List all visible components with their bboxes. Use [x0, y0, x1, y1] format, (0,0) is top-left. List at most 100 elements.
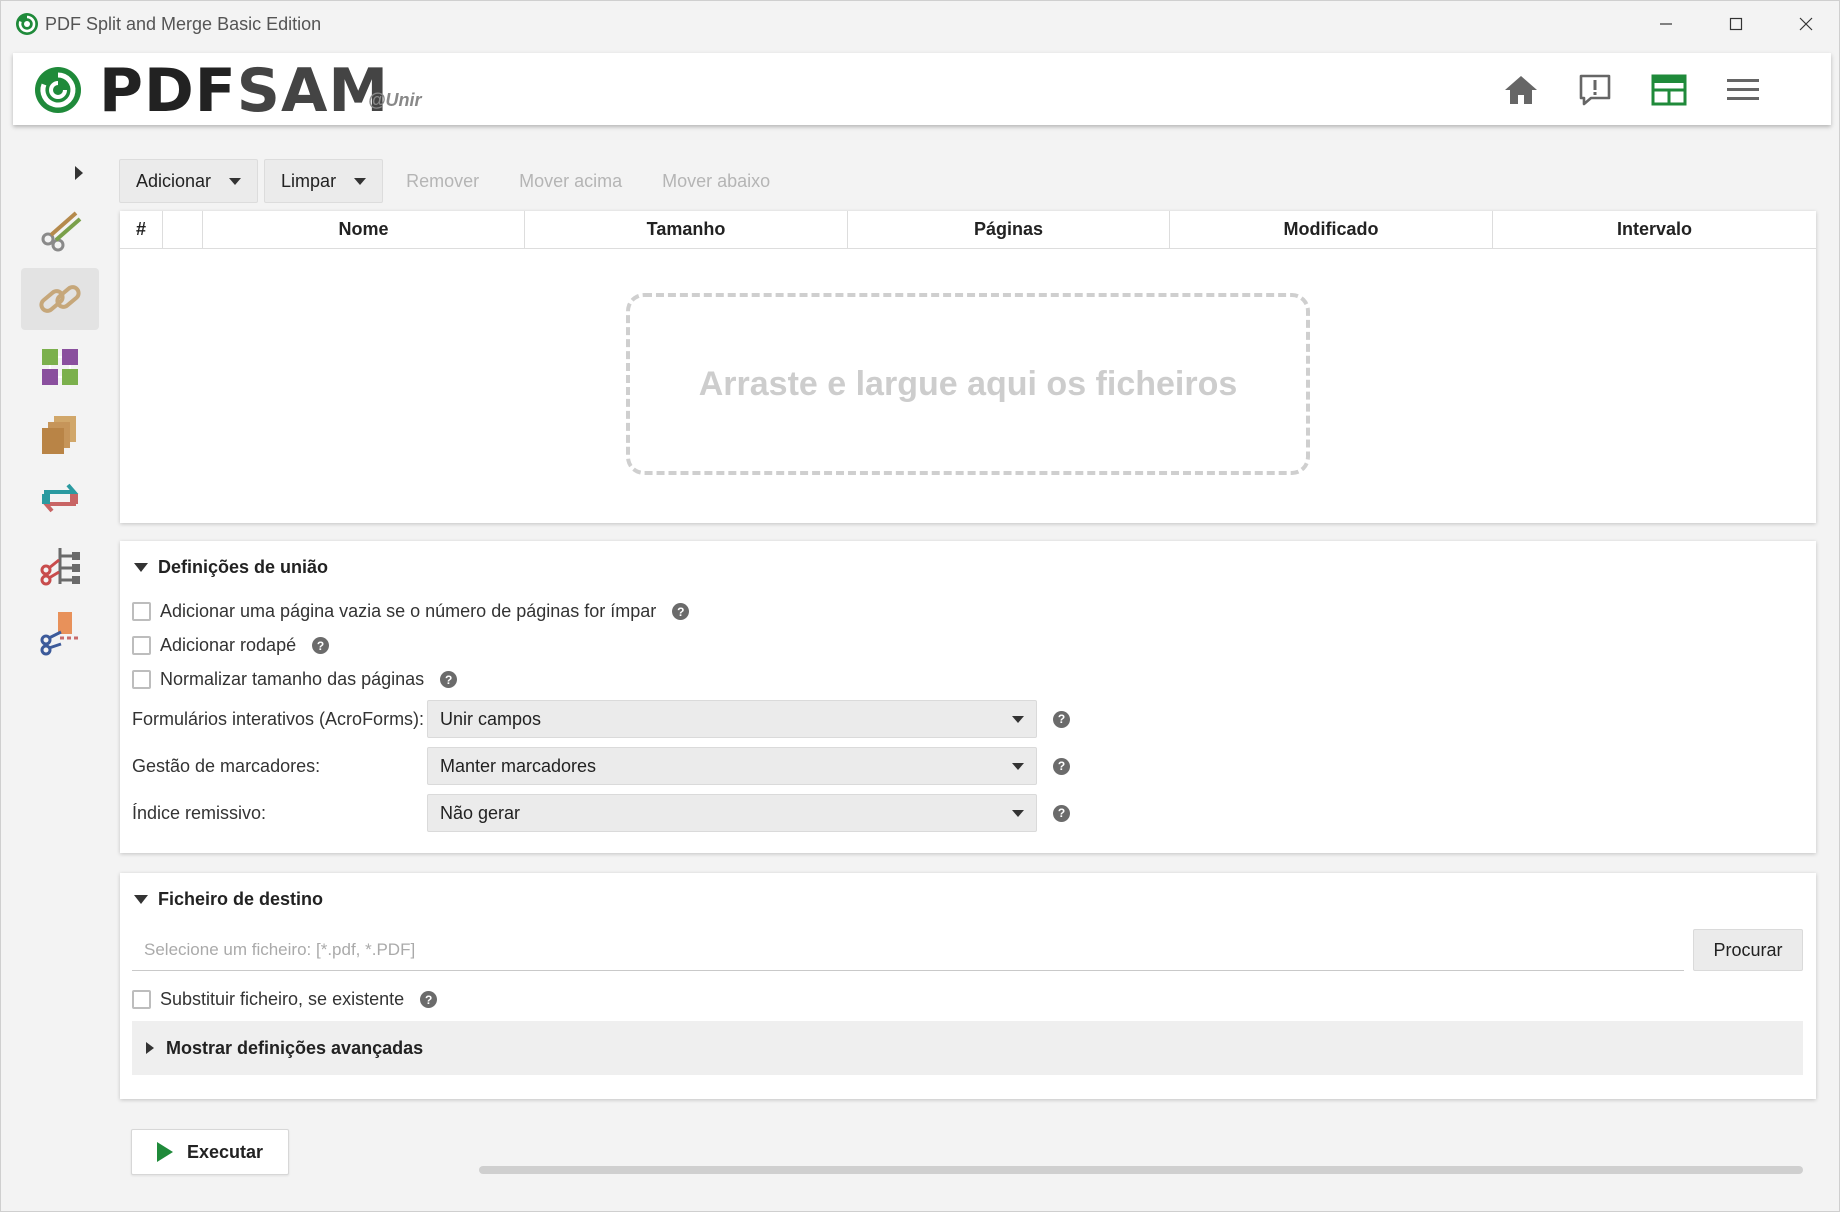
close-icon [1799, 17, 1813, 31]
overwrite-option: Substituir ficheiro, se existente ? [132, 989, 438, 1010]
acroforms-row: Formulários interativos (AcroForms): Uni… [132, 700, 1070, 738]
sidebar-item-extract[interactable] [21, 403, 99, 465]
normalize-option: Normalizar tamanho das páginas ? [132, 669, 458, 690]
merge-settings-title: Definições de união [158, 557, 329, 577]
overwrite-label[interactable]: Substituir ficheiro, se existente [160, 989, 404, 1010]
help-icon[interactable]: ? [440, 671, 458, 688]
sidebar-item-alternate-mix[interactable] [21, 336, 99, 398]
menu-icon [1727, 79, 1759, 100]
module-label: @Unir [368, 90, 422, 110]
maximize-icon [1729, 17, 1743, 31]
pdfsam-brand-logo-icon [35, 67, 81, 113]
app-header: PDFSAM @Unir [13, 53, 1831, 127]
footer-checkbox[interactable] [132, 636, 151, 655]
add-button-label: Adicionar [136, 170, 212, 191]
collapse-icon [134, 563, 148, 572]
dashboard-button[interactable] [1646, 67, 1692, 113]
minimize-icon [1660, 23, 1672, 25]
news-button[interactable] [1572, 67, 1618, 113]
app-window: PDF Split and Merge Basic Edition PDFSAM… [0, 0, 1840, 1212]
help-icon[interactable]: ? [672, 603, 690, 620]
destination-file-input[interactable]: Selecione um ficheiro: [*.pdf, *.PDF] [132, 929, 1684, 971]
sidebar-item-split[interactable] [21, 198, 99, 260]
puzzle-icon [42, 349, 78, 385]
size-scissors-icon [40, 612, 80, 656]
column-header-size[interactable]: Tamanho [525, 211, 848, 248]
chevron-down-icon [1012, 762, 1024, 770]
chevron-down-icon [1012, 809, 1024, 817]
help-icon[interactable]: ? [420, 991, 438, 1008]
sidebar-item-split-by-size[interactable] [21, 601, 99, 663]
home-button[interactable] [1498, 67, 1544, 113]
toc-label: Índice remissivo: [132, 802, 267, 823]
tools-sidebar [1, 141, 111, 701]
blank-page-checkbox[interactable] [132, 602, 151, 621]
help-icon[interactable]: ? [1053, 710, 1070, 728]
maximize-button[interactable] [1701, 1, 1771, 47]
advanced-settings-toggle[interactable]: Mostrar definições avançadas [132, 1021, 1803, 1075]
minimize-button[interactable] [1631, 1, 1701, 47]
sidebar-item-split-by-bookmarks[interactable] [21, 535, 99, 597]
toc-row: Índice remissivo: Não gerar ? [132, 794, 1070, 832]
column-header-name[interactable]: Nome [203, 211, 525, 248]
bookmarks-select[interactable]: Manter marcadores [427, 747, 1037, 785]
collapse-icon [134, 895, 148, 904]
sidebar-item-rotate[interactable] [21, 467, 99, 529]
help-icon[interactable]: ? [312, 637, 330, 654]
bookmarks-label: Gestão de marcadores: [132, 755, 321, 776]
column-header-index[interactable]: # [120, 211, 163, 248]
blank-page-label[interactable]: Adicionar uma página vazia se o número d… [160, 601, 656, 622]
expand-icon [146, 1042, 154, 1054]
run-button[interactable]: Executar [131, 1129, 289, 1175]
normalize-checkbox[interactable] [132, 670, 151, 689]
bookmarks-value: Manter marcadores [440, 755, 597, 776]
chevron-down-icon [229, 177, 242, 185]
window-title: PDF Split and Merge Basic Edition [45, 14, 322, 34]
normalize-label[interactable]: Normalizar tamanho das páginas [160, 669, 424, 690]
toc-select[interactable]: Não gerar [427, 794, 1037, 832]
merge-settings-panel: Definições de união Adicionar uma página… [120, 541, 1816, 853]
destination-header[interactable]: Ficheiro de destino [134, 889, 323, 910]
move-up-button[interactable]: Mover acima [502, 159, 639, 203]
pdfsam-logo-icon [16, 13, 38, 35]
scissors-icon [41, 211, 82, 252]
add-button[interactable]: Adicionar [119, 159, 259, 203]
expand-sidebar-icon[interactable] [69, 163, 89, 183]
footer-label[interactable]: Adicionar rodapé [160, 635, 296, 656]
home-icon [1505, 76, 1537, 104]
help-icon[interactable]: ? [1053, 804, 1070, 822]
browse-button[interactable]: Procurar [1693, 929, 1803, 971]
column-header-encryption[interactable] [163, 211, 203, 248]
play-icon [156, 1142, 173, 1162]
toc-value: Não gerar [440, 802, 521, 823]
column-header-pages[interactable]: Páginas [848, 211, 1170, 248]
drop-zone[interactable]: Arraste e largue aqui os ficheiros [626, 293, 1310, 475]
destination-panel: Ficheiro de destino Selecione um ficheir… [120, 873, 1816, 1099]
column-header-range[interactable]: Intervalo [1493, 211, 1816, 248]
acroforms-label: Formulários interativos (AcroForms): [132, 708, 425, 729]
remove-button[interactable]: Remover [389, 159, 496, 203]
brand-pdf: PDF [99, 56, 237, 126]
column-header-modified[interactable]: Modificado [1170, 211, 1493, 248]
overwrite-checkbox[interactable] [132, 990, 151, 1009]
merge-settings-header[interactable]: Definições de união [134, 557, 328, 578]
chain-icon [39, 285, 81, 313]
title-bar: PDF Split and Merge Basic Edition [1, 1, 1839, 47]
move-down-button[interactable]: Mover abaixo [645, 159, 787, 203]
blank-page-option: Adicionar uma página vazia se o número d… [132, 601, 690, 622]
clear-button[interactable]: Limpar [264, 159, 384, 203]
run-button-label: Executar [186, 1141, 264, 1162]
help-icon[interactable]: ? [1053, 757, 1070, 775]
sidebar-item-merge[interactable] [21, 268, 99, 330]
bookmarks-row: Gestão de marcadores: Manter marcadores … [132, 747, 1070, 785]
brand-name: PDFSAM [99, 55, 389, 127]
brand-sam: SAM [236, 56, 390, 126]
files-table[interactable]: # Nome Tamanho Páginas Modificado Interv… [120, 211, 1816, 523]
pages-icon [42, 416, 76, 454]
clear-button-label: Limpar [281, 170, 337, 191]
table-header: # Nome Tamanho Páginas Modificado Interv… [120, 211, 1816, 249]
close-button[interactable] [1771, 1, 1840, 47]
acroforms-select[interactable]: Unir campos [427, 700, 1037, 738]
menu-button[interactable] [1720, 67, 1766, 113]
destination-title: Ficheiro de destino [158, 889, 324, 909]
